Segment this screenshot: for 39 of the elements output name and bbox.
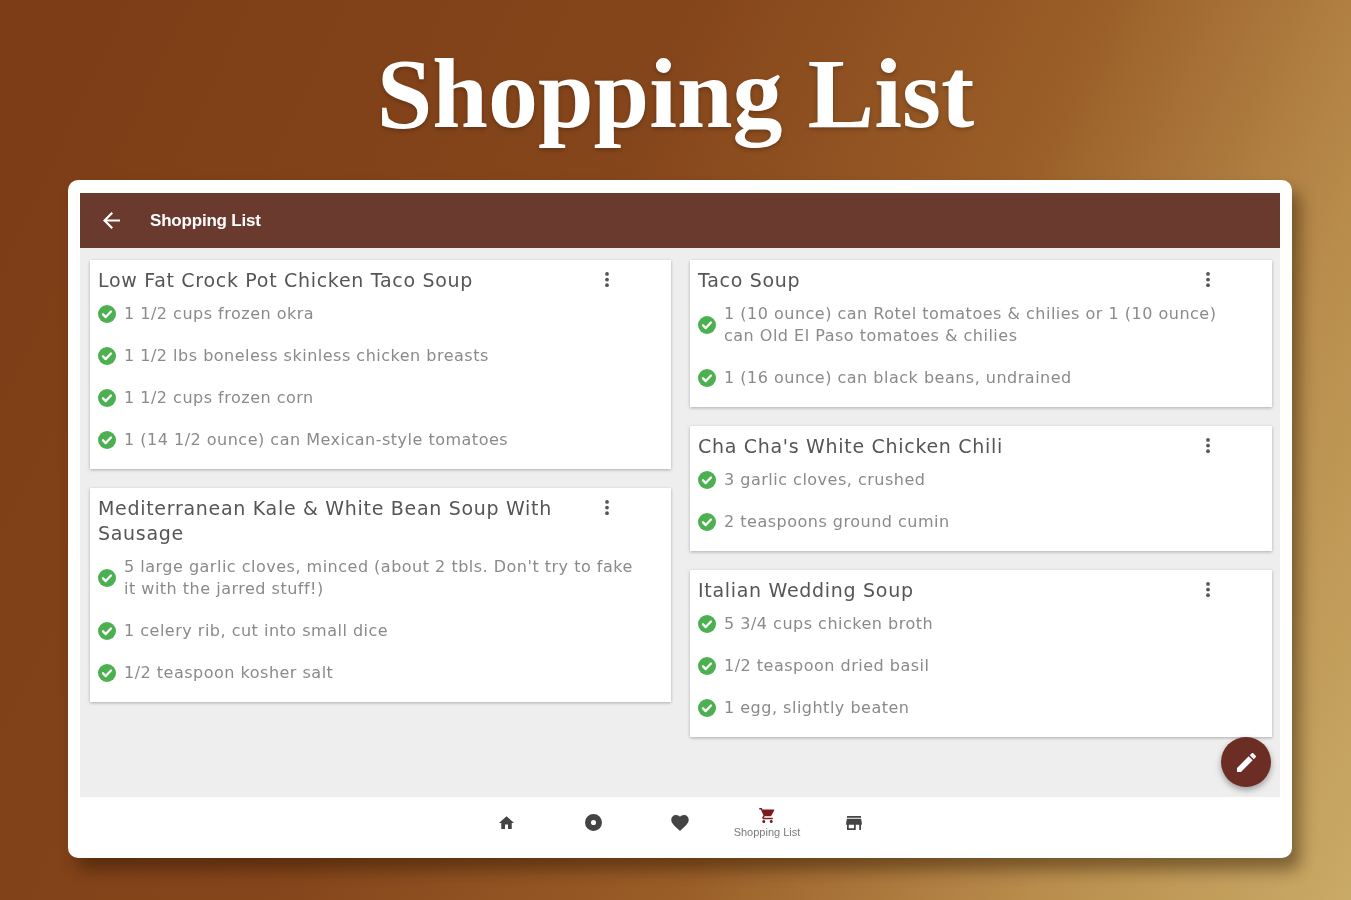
ingredient-text: 5 large garlic cloves, minced (about 2 tbls. Don't try to fake it with the jarred stuff!) bbox=[124, 556, 634, 600]
app-bar-title: Shopping List bbox=[150, 210, 261, 231]
ingredient-text: 1 egg, slightly beaten bbox=[724, 697, 910, 719]
edit-button[interactable] bbox=[1221, 737, 1271, 787]
ingredient-text: 1/2 teaspoon kosher salt bbox=[124, 662, 334, 684]
store-icon bbox=[846, 815, 862, 830]
recipe-title: Cha Cha's White Chicken Chili bbox=[698, 434, 1004, 459]
more-icon bbox=[605, 499, 609, 515]
back-arrow-icon bbox=[103, 212, 120, 229]
more-button[interactable] bbox=[1204, 581, 1212, 597]
ingredient-text: 1 1/2 cups frozen okra bbox=[124, 303, 315, 325]
ingredient-text: 1 1/2 cups frozen corn bbox=[124, 387, 314, 409]
back-button[interactable] bbox=[103, 212, 120, 229]
more-button[interactable] bbox=[1204, 271, 1212, 287]
nav-tab[interactable]: Shopping List bbox=[723, 797, 811, 848]
ingredient-text: 2 teaspoons ground cumin bbox=[724, 511, 950, 533]
pencil-icon bbox=[1236, 752, 1256, 772]
heart-icon bbox=[671, 814, 689, 831]
recipe-title: Italian Wedding Soup bbox=[698, 578, 915, 603]
ingredient-text: 1 celery rib, cut into small dice bbox=[124, 620, 389, 642]
more-icon bbox=[1206, 581, 1210, 597]
cart-icon bbox=[758, 807, 776, 823]
more-icon bbox=[605, 271, 609, 287]
ingredient-text: 1 (10 ounce) can Rotel tomatoes & chilies or 1 (10 ounce) can Old El Paso tomatoes & chilies bbox=[724, 303, 1218, 347]
home-icon bbox=[498, 816, 514, 829]
recipe-title: Mediterranean Kale & White Bean Soup With Sausage bbox=[98, 496, 553, 546]
more-icon bbox=[1206, 437, 1210, 453]
ingredient-text: 1 1/2 lbs boneless skinless chicken breasts bbox=[124, 345, 489, 367]
ingredient-text: 1 (14 1/2 ounce) can Mexican-style tomatoes bbox=[124, 429, 509, 451]
ingredient-text: 5 3/4 cups chicken broth bbox=[724, 613, 934, 635]
ingredient-text: 3 garlic cloves, crushed bbox=[724, 469, 926, 491]
ingredient-text: 1/2 teaspoon dried basil bbox=[724, 655, 930, 677]
more-button[interactable] bbox=[603, 271, 611, 287]
more-button[interactable] bbox=[603, 499, 611, 515]
more-icon bbox=[1206, 271, 1210, 287]
more-button[interactable] bbox=[1204, 437, 1212, 453]
ingredient-text: 1 (16 ounce) can black beans, undrained bbox=[724, 367, 1072, 389]
recipe-title: Low Fat Crock Pot Chicken Taco Soup bbox=[98, 268, 475, 293]
recipe-title: Taco Soup bbox=[698, 268, 802, 293]
